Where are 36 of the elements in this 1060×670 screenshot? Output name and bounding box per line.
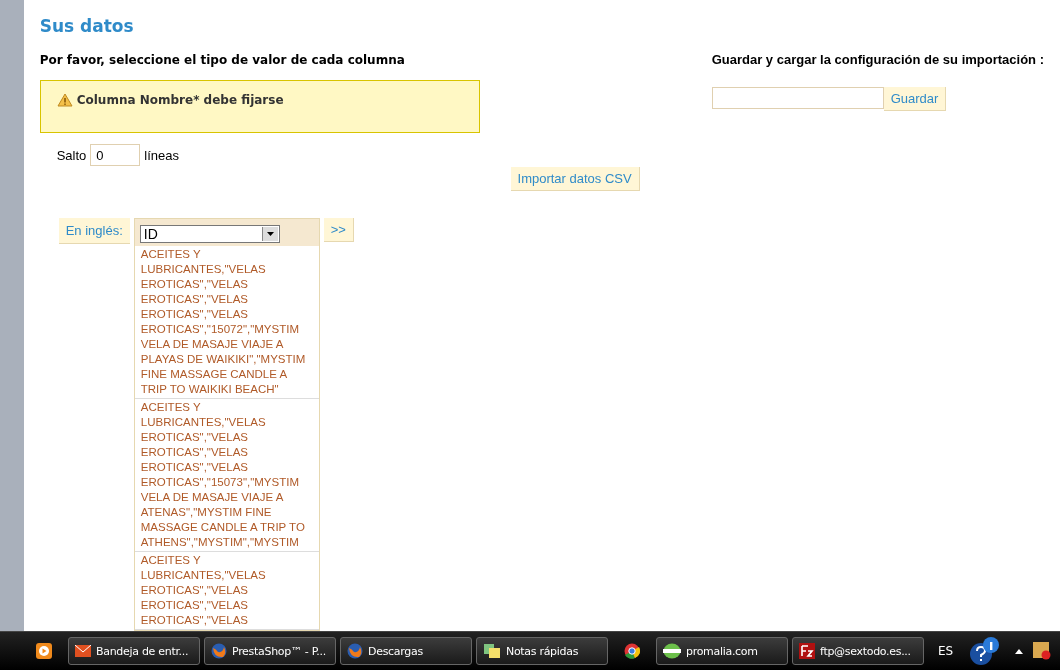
next-column-button[interactable]: >> <box>323 218 354 242</box>
caret-icon <box>261 227 278 241</box>
globe-icon <box>663 643 681 659</box>
taskbar-button[interactable]: promalia.com <box>656 637 788 665</box>
notes-icon <box>483 643 501 659</box>
import-csv-button[interactable]: Importar datos CSV <box>510 167 640 191</box>
column-type-select[interactable]: ID <box>139 225 280 243</box>
data-cell: ACEITES Y LUBRICANTES,"VELAS EROTICAS","VELAS EROTICAS","VELAS EROTICAS","VELAS EROTICAS","15072","MYSTIM VELA DE MASAJE VIAJE A PLAYAS DE WAIKIKI","MYSTIM FINE MASSAGE CANDLE A TRIP TO WAIKIKI BEACH" <box>134 246 319 399</box>
tray-arrow-icon[interactable] <box>1015 648 1024 654</box>
ftp-logo-icon <box>799 643 815 659</box>
fox-globe-icon <box>347 643 363 659</box>
config-name-field[interactable] <box>711 87 884 109</box>
fox-globe-icon <box>211 643 227 659</box>
instruction-text: Por favor, seleccione el tipo de valor de cada columna <box>39 53 406 67</box>
taskbar-button[interactable]: Descargas <box>340 637 472 665</box>
taskbar-button[interactable]: Bandeja de entr... <box>68 637 200 665</box>
help-icon[interactable] <box>969 636 1000 666</box>
chrome-icon <box>624 643 640 659</box>
save-button[interactable]: Guardar <box>883 87 947 111</box>
data-cell: ACEITES Y LUBRICANTES,"VELAS EROTICAS","VELAS EROTICAS","VELAS EROTICAS","VELAS <box>134 552 319 630</box>
language-indicator[interactable]: ES <box>938 644 954 658</box>
language-label: En inglés: <box>58 218 130 244</box>
warning-icon <box>56 93 73 107</box>
play-icon <box>36 643 52 659</box>
page-title: Sus datos <box>39 16 135 36</box>
taskbar-button[interactable]: Notas rápidas <box>476 637 608 665</box>
envelope-icon <box>75 645 91 657</box>
taskbar-button[interactable]: PrestaShop™ - P... <box>204 637 336 665</box>
network-error-icon[interactable] <box>1033 642 1052 660</box>
lines-label: líneas <box>144 147 180 163</box>
data-cell: ACEITES Y LUBRICANTES,"VELAS EROTICAS","VELAS EROTICAS","VELAS EROTICAS","VELAS EROTICAS","15073","MYSTIM VELA DE MASAJE VIAJE A ATENAS","MYSTIM FINE MASSAGE CANDLE A TRIP TO ATHENS","MYSTIM","MYSTIM <box>134 399 319 552</box>
warning-text: Columna Nombre* debe fijarse <box>76 93 284 107</box>
skip-label: Salto <box>56 147 87 163</box>
taskbar-button[interactable]: ftp@sextodo.es... <box>792 637 924 665</box>
config-title: Guardar y cargar la configuración de su importación : <box>711 52 1044 67</box>
skip-lines-field[interactable]: 0 <box>90 144 141 166</box>
